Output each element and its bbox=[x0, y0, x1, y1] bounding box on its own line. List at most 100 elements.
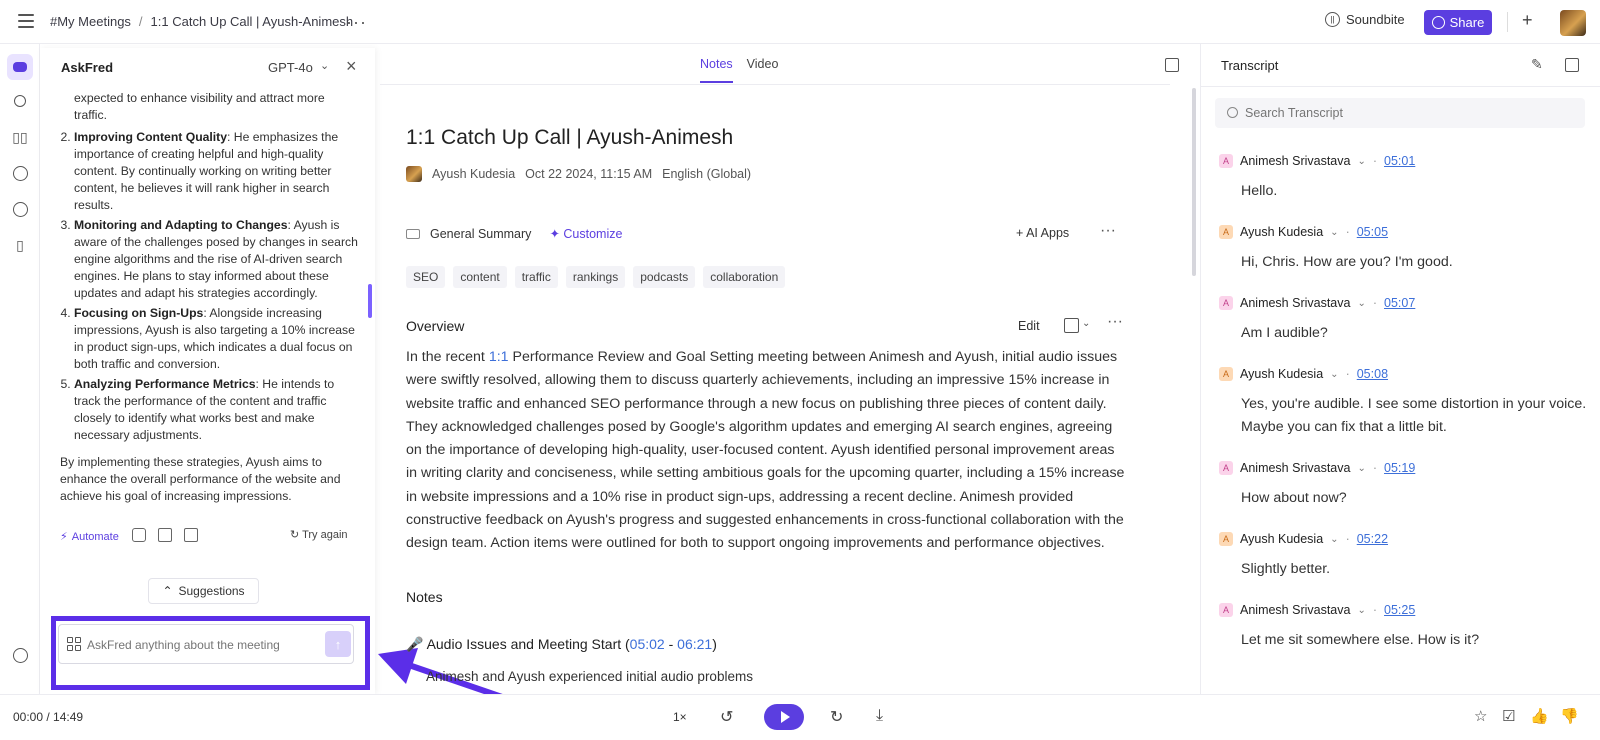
speaker-name[interactable]: Ayush Kudesia bbox=[1240, 532, 1323, 546]
user-avatar[interactable] bbox=[1560, 10, 1586, 36]
askfred-input[interactable] bbox=[87, 635, 317, 655]
star-icon[interactable]: ☆ bbox=[1474, 707, 1487, 725]
timestamp-link[interactable]: 05:07 bbox=[1384, 296, 1415, 310]
fullscreen-icon[interactable] bbox=[1165, 58, 1179, 72]
notes-scrollbar[interactable] bbox=[1192, 88, 1196, 276]
menu-icon[interactable] bbox=[18, 14, 34, 28]
grid-icon[interactable] bbox=[67, 637, 81, 651]
tag[interactable]: content bbox=[453, 266, 507, 288]
chevron-down-icon[interactable]: ⌄ bbox=[1357, 463, 1365, 474]
add-icon[interactable]: + bbox=[1522, 10, 1533, 31]
send-icon[interactable]: ↑ bbox=[325, 631, 351, 657]
thumbs-down-icon[interactable] bbox=[184, 528, 198, 542]
more-options-icon[interactable]: ··· bbox=[1107, 313, 1123, 331]
soundwave-icon[interactable] bbox=[11, 164, 29, 182]
divider bbox=[380, 84, 1170, 85]
play-button[interactable] bbox=[764, 704, 804, 730]
tag[interactable]: rankings bbox=[565, 266, 626, 288]
soundbite-icon: || bbox=[1325, 12, 1340, 27]
overview-link[interactable]: 1:1 bbox=[489, 349, 509, 365]
fullscreen-icon[interactable] bbox=[1565, 58, 1579, 72]
playback-speed[interactable]: 1× bbox=[673, 710, 687, 724]
chevron-down-icon[interactable]: ⌄ bbox=[1357, 156, 1365, 167]
download-icon[interactable]: ⤓ bbox=[876, 707, 883, 725]
separator-dot: · bbox=[1372, 154, 1378, 168]
chat-icon[interactable] bbox=[11, 200, 29, 218]
copy-icon[interactable] bbox=[132, 528, 146, 542]
automate-label: Automate bbox=[71, 530, 119, 543]
pencil-icon[interactable]: ✎ bbox=[1531, 56, 1543, 73]
tag[interactable]: podcasts bbox=[633, 266, 696, 288]
more-options-icon[interactable]: ··· bbox=[1100, 222, 1116, 240]
speaker-name[interactable]: Ayush Kudesia bbox=[1240, 367, 1323, 381]
chevron-down-icon[interactable]: ⌄ bbox=[1357, 605, 1365, 616]
tag[interactable]: collaboration bbox=[703, 266, 786, 288]
more-options-icon[interactable]: ··· bbox=[346, 12, 367, 33]
edit-button[interactable]: Edit bbox=[1018, 319, 1040, 333]
soundbite-button[interactable]: || Soundbite bbox=[1325, 12, 1405, 27]
timestamp-link[interactable]: 06:21 bbox=[677, 636, 712, 652]
askfred-bot-icon[interactable] bbox=[7, 54, 33, 80]
timestamp-link[interactable]: 05:22 bbox=[1357, 532, 1388, 546]
paren-close: ) bbox=[712, 636, 717, 652]
rewind-icon[interactable]: ↺ bbox=[720, 707, 733, 727]
tag[interactable]: traffic bbox=[514, 266, 558, 288]
tag[interactable]: SEO bbox=[406, 266, 446, 288]
speaker-name[interactable]: Animesh Srivastava bbox=[1240, 461, 1350, 475]
search-icon[interactable] bbox=[11, 92, 29, 110]
try-again-button[interactable]: ↻ Try again bbox=[290, 528, 348, 541]
suggestions-button[interactable]: ⌃ Suggestions bbox=[148, 578, 259, 604]
timestamp-link[interactable]: 05:19 bbox=[1384, 461, 1415, 475]
thumbs-up-icon[interactable]: 👍 bbox=[1530, 707, 1549, 725]
chevron-down-icon[interactable]: ⌄ bbox=[1330, 369, 1338, 380]
copy-icon[interactable] bbox=[1064, 318, 1079, 333]
thumbs-up-icon[interactable] bbox=[158, 528, 172, 542]
bookmark-icon[interactable]: ▯ bbox=[11, 236, 29, 254]
speaker-avatar: A bbox=[1219, 603, 1233, 617]
share-button[interactable]: Share bbox=[1424, 10, 1492, 35]
model-selector[interactable]: GPT-4o bbox=[268, 60, 313, 75]
chevron-down-icon[interactable]: ⌄ bbox=[1082, 318, 1090, 329]
smiley-icon[interactable] bbox=[11, 646, 29, 664]
ai-apps-button[interactable]: + AI Apps bbox=[1016, 226, 1069, 240]
checkbox-icon[interactable]: ☑ bbox=[1502, 707, 1515, 725]
forward-icon[interactable]: ↻ bbox=[830, 707, 843, 727]
breadcrumb-root[interactable]: #My Meetings bbox=[50, 14, 131, 29]
separator-dot: · bbox=[1372, 603, 1378, 617]
transcript-entry: A Animesh Srivastava ⌄ · 05:07 Am I audible? bbox=[1219, 296, 1589, 345]
close-icon[interactable]: × bbox=[346, 56, 357, 77]
transcript-entry: A Ayush Kudesia ⌄ · 05:22 Slightly better. bbox=[1219, 532, 1589, 581]
customize-label: Customize bbox=[563, 227, 623, 241]
transcript-search-input[interactable] bbox=[1245, 104, 1565, 122]
timestamp-dash: - bbox=[664, 636, 678, 652]
automate-button[interactable]: ⚡ Automate bbox=[60, 530, 119, 544]
speaker-name[interactable]: Animesh Srivastava bbox=[1240, 154, 1350, 168]
timestamp-link[interactable]: 05:02 bbox=[630, 636, 665, 652]
thumbs-down-icon[interactable]: 👎 bbox=[1560, 707, 1579, 725]
chevron-down-icon[interactable]: ⌄ bbox=[1357, 298, 1365, 309]
play-icon bbox=[780, 711, 790, 723]
tab-video[interactable]: Video bbox=[747, 52, 779, 83]
media-player: 00:00 / 14:49 1× ↺ ↻ ⤓ ☆ ☑ 👍 👎 bbox=[0, 694, 1600, 740]
chevron-down-icon[interactable]: ⌄ bbox=[320, 59, 329, 72]
playback-time: 00:00 / 14:49 bbox=[13, 710, 84, 724]
general-summary-button[interactable]: General Summary bbox=[430, 227, 531, 241]
speaker-name[interactable]: Animesh Srivastava bbox=[1240, 296, 1350, 310]
speaker-name[interactable]: Ayush Kudesia bbox=[1240, 225, 1323, 239]
transcript-text: Hello. bbox=[1241, 183, 1278, 199]
response-list: Improving Content Quality: He emphasizes… bbox=[60, 129, 358, 444]
timestamp-link[interactable]: 05:01 bbox=[1384, 154, 1415, 168]
timestamp-link[interactable]: 05:08 bbox=[1357, 367, 1388, 381]
chevron-down-icon[interactable]: ⌄ bbox=[1330, 534, 1338, 545]
list-item: Focusing on Sign-Ups: Alongside increasi… bbox=[74, 305, 358, 373]
timestamp-link[interactable]: 05:25 bbox=[1384, 603, 1415, 617]
customize-button[interactable]: ✦ Customize bbox=[549, 226, 622, 241]
tab-notes[interactable]: Notes bbox=[700, 52, 733, 83]
timestamp-link[interactable]: 05:05 bbox=[1357, 225, 1388, 239]
askfred-scrollbar[interactable] bbox=[368, 284, 372, 318]
left-rail: ▯▯ ▯ bbox=[0, 44, 40, 694]
speaker-name[interactable]: Animesh Srivastava bbox=[1240, 603, 1350, 617]
book-icon[interactable]: ▯▯ bbox=[11, 128, 29, 146]
chevron-down-icon[interactable]: ⌄ bbox=[1330, 227, 1338, 238]
note-section-title: 🎤 Audio Issues and Meeting Start (05:02 … bbox=[406, 636, 717, 653]
